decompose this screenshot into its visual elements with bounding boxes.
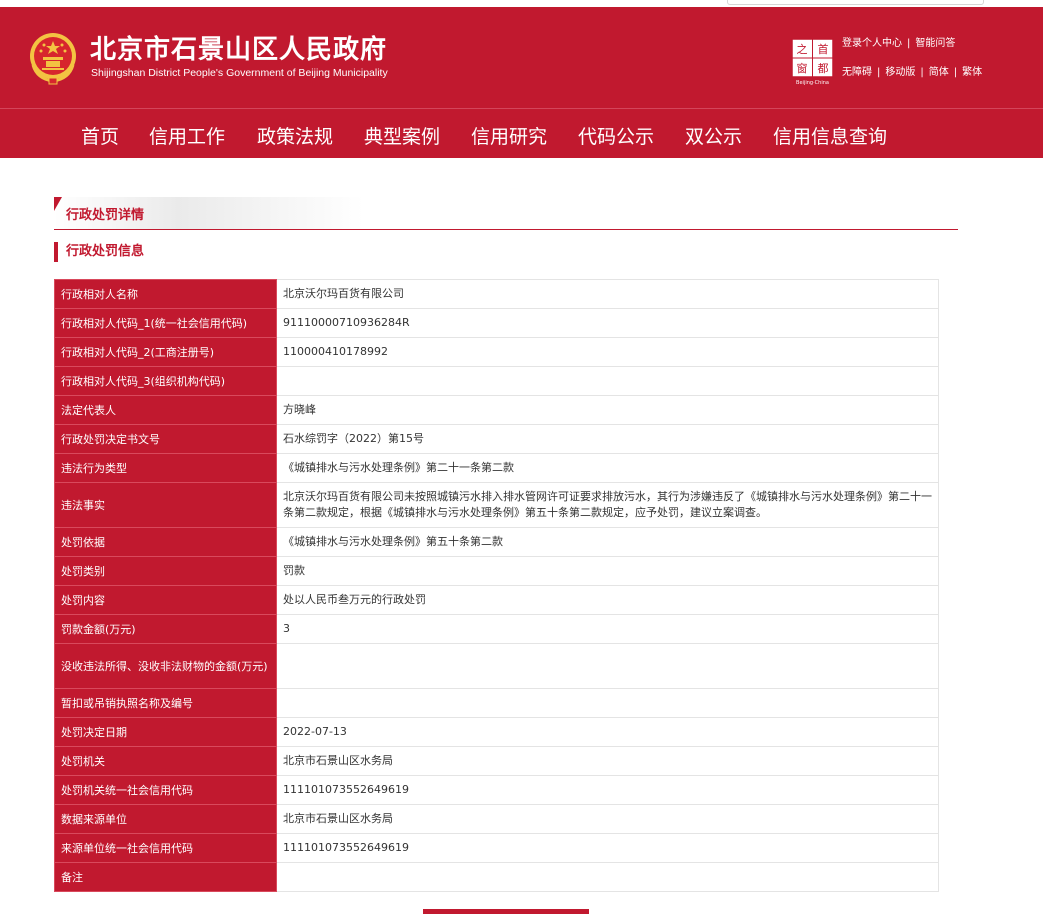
corner-triangle-icon bbox=[54, 197, 62, 211]
table-row: 行政相对人代码_2(工商注册号) 110000410178992 bbox=[54, 337, 939, 367]
row-value bbox=[276, 688, 939, 718]
svg-text:窗: 窗 bbox=[797, 61, 808, 75]
table-row: 来源单位统一社会信用代码 111101073552649619 bbox=[54, 833, 939, 863]
row-label: 处罚决定日期 bbox=[54, 717, 277, 747]
row-label: 行政相对人代码_1(统一社会信用代码) bbox=[54, 308, 277, 338]
table-row: 行政相对人代码_3(组织机构代码) bbox=[54, 366, 939, 396]
nav-credit-info-query[interactable]: 信用信息查询 bbox=[773, 122, 887, 149]
main-nav: 首页 信用工作 政策法规 典型案例 信用研究 代码公示 双公示 信用信息查询 bbox=[0, 108, 1043, 158]
table-row: 行政相对人代码_1(统一社会信用代码) 91110000710936284R bbox=[54, 308, 939, 338]
mobile-version-link[interactable]: 移动版 bbox=[885, 67, 915, 78]
row-label: 没收违法所得、没收非法财物的金额(万元) bbox=[54, 643, 277, 689]
nav-credit-research[interactable]: 信用研究 bbox=[471, 122, 547, 149]
table-row: 罚款金额(万元) 3 bbox=[54, 614, 939, 644]
row-value: 《城镇排水与污水处理条例》第二十一条第二款 bbox=[276, 453, 939, 483]
row-label: 处罚机关统一社会信用代码 bbox=[54, 775, 277, 805]
traditional-chinese-link[interactable]: 繁体 bbox=[962, 67, 982, 78]
row-value bbox=[276, 862, 939, 892]
section-title: 行政处罚详情 bbox=[66, 208, 145, 223]
smart-qa-link[interactable]: 智能问答 bbox=[915, 38, 955, 49]
row-value: 处以人民币叁万元的行政处罚 bbox=[276, 585, 939, 615]
row-label: 处罚内容 bbox=[54, 585, 277, 615]
row-value: 罚款 bbox=[276, 556, 939, 586]
row-value: 方晓峰 bbox=[276, 395, 939, 425]
svg-text:都: 都 bbox=[818, 62, 829, 75]
nav-double-publicity[interactable]: 双公示 bbox=[685, 122, 742, 149]
row-value: 北京市石景山区水务局 bbox=[276, 804, 939, 834]
table-row: 行政相对人名称 北京沃尔玛百货有限公司 bbox=[54, 279, 939, 309]
table-row: 处罚依据 《城镇排水与污水处理条例》第五十条第二款 bbox=[54, 527, 939, 557]
row-value: 11110107355264961​9 bbox=[276, 775, 939, 805]
section-header: 行政处罚详情 bbox=[54, 197, 958, 230]
table-row: 处罚内容 处以人民币叁万元的行政处罚 bbox=[54, 585, 939, 615]
row-label: 备注 bbox=[54, 862, 277, 892]
table-row: 处罚机关 北京市石景山区水务局 bbox=[54, 746, 939, 776]
row-label: 处罚类别 bbox=[54, 556, 277, 586]
table-row: 数据来源单位 北京市石景山区水务局 bbox=[54, 804, 939, 834]
table-row: 违法行为类型 《城镇排水与污水处理条例》第二十一条第二款 bbox=[54, 453, 939, 483]
svg-text:首: 首 bbox=[818, 42, 829, 56]
capital-window-logo-icon[interactable]: 之 首 窗 都 Beijing·China bbox=[791, 38, 834, 85]
row-value bbox=[276, 366, 939, 396]
row-value: 110000410178992 bbox=[276, 337, 939, 367]
row-label: 行政相对人代码_3(组织机构代码) bbox=[54, 366, 277, 396]
row-value: 北京沃尔玛百货有限公司 bbox=[276, 279, 939, 309]
row-value: 石水综罚字（2022）第15号 bbox=[276, 424, 939, 454]
site-header: 北京市石景山区人民政府 Shijingshan District People'… bbox=[0, 7, 1043, 108]
table-row: 行政处罚决定书文号 石水综罚字（2022）第15号 bbox=[54, 424, 939, 454]
row-value: 北京沃尔玛百货有限公司未按照城镇污水排入排水管网许可证要求排放污水，其行为涉嫌违… bbox=[276, 482, 939, 528]
row-label: 数据来源单位 bbox=[54, 804, 277, 834]
back-button-edge[interactable] bbox=[423, 909, 589, 914]
row-value: 111101073552649619 bbox=[276, 833, 939, 863]
nav-code-publicity[interactable]: 代码公示 bbox=[578, 122, 654, 149]
row-label: 罚款金额(万元) bbox=[54, 614, 277, 644]
row-value: 北京市石景山区水务局 bbox=[276, 746, 939, 776]
row-label: 行政相对人代码_2(工商注册号) bbox=[54, 337, 277, 367]
login-personal-center-link[interactable]: 登录个人中心 bbox=[842, 38, 902, 49]
penalty-info-table: 行政相对人名称 北京沃尔玛百货有限公司 行政相对人代码_1(统一社会信用代码) 91… bbox=[54, 279, 939, 892]
nav-home[interactable]: 首页 bbox=[81, 122, 119, 149]
row-label: 违法行为类型 bbox=[54, 453, 277, 483]
row-label: 暂扣或吊销执照名称及编号 bbox=[54, 688, 277, 718]
table-row: 没收违法所得、没收非法财物的金额(万元) bbox=[54, 643, 939, 689]
row-value: 《城镇排水与污水处理条例》第五十条第二款 bbox=[276, 527, 939, 557]
subsection-title: 行政处罚信息 bbox=[54, 242, 144, 262]
top-strip bbox=[0, 0, 1043, 7]
site-title-english: Shijingshan District People's Government… bbox=[91, 67, 388, 79]
row-label: 违法事实 bbox=[54, 482, 277, 528]
row-label: 行政处罚决定书文号 bbox=[54, 424, 277, 454]
table-row: 处罚机关统一社会信用代码 11110107355264961​9 bbox=[54, 775, 939, 805]
site-title: 北京市石景山区人民政府 bbox=[90, 35, 388, 65]
table-row: 备注 bbox=[54, 862, 939, 892]
table-row: 处罚类别 罚款 bbox=[54, 556, 939, 586]
row-value bbox=[276, 643, 939, 689]
row-label: 来源单位统一社会信用代码 bbox=[54, 833, 277, 863]
nav-credit-work[interactable]: 信用工作 bbox=[149, 122, 225, 149]
row-label: 法定代表人 bbox=[54, 395, 277, 425]
row-label: 处罚依据 bbox=[54, 527, 277, 557]
table-row: 暂扣或吊销执照名称及编号 bbox=[54, 688, 939, 718]
table-row: 违法事实 北京沃尔玛百货有限公司未按照城镇污水排入排水管网许可证要求排放污水，其行… bbox=[54, 482, 939, 528]
nav-policies-regulations[interactable]: 政策法规 bbox=[257, 122, 333, 149]
nav-typical-cases[interactable]: 典型案例 bbox=[364, 122, 440, 149]
accessibility-link[interactable]: 无障碍 bbox=[842, 67, 872, 78]
svg-text:之: 之 bbox=[797, 42, 808, 56]
row-label: 处罚机关 bbox=[54, 746, 277, 776]
svg-text:Beijing·China: Beijing·China bbox=[796, 80, 829, 85]
row-value: 2022-07-13 bbox=[276, 717, 939, 747]
table-row: 处罚决定日期 2022-07-13 bbox=[54, 717, 939, 747]
table-row: 法定代表人 方晓峰 bbox=[54, 395, 939, 425]
row-value: 3 bbox=[276, 614, 939, 644]
header-quick-links: 登录个人中心 | 智能问答 无障碍 | 移动版 | 简体 | 繁体 bbox=[842, 38, 983, 78]
national-emblem-icon bbox=[30, 33, 76, 85]
row-value: 91110000710936284R bbox=[276, 308, 939, 338]
simplified-chinese-link[interactable]: 简体 bbox=[929, 67, 949, 78]
row-label: 行政相对人名称 bbox=[54, 279, 277, 309]
dropdown-panel-edge bbox=[727, 0, 984, 5]
